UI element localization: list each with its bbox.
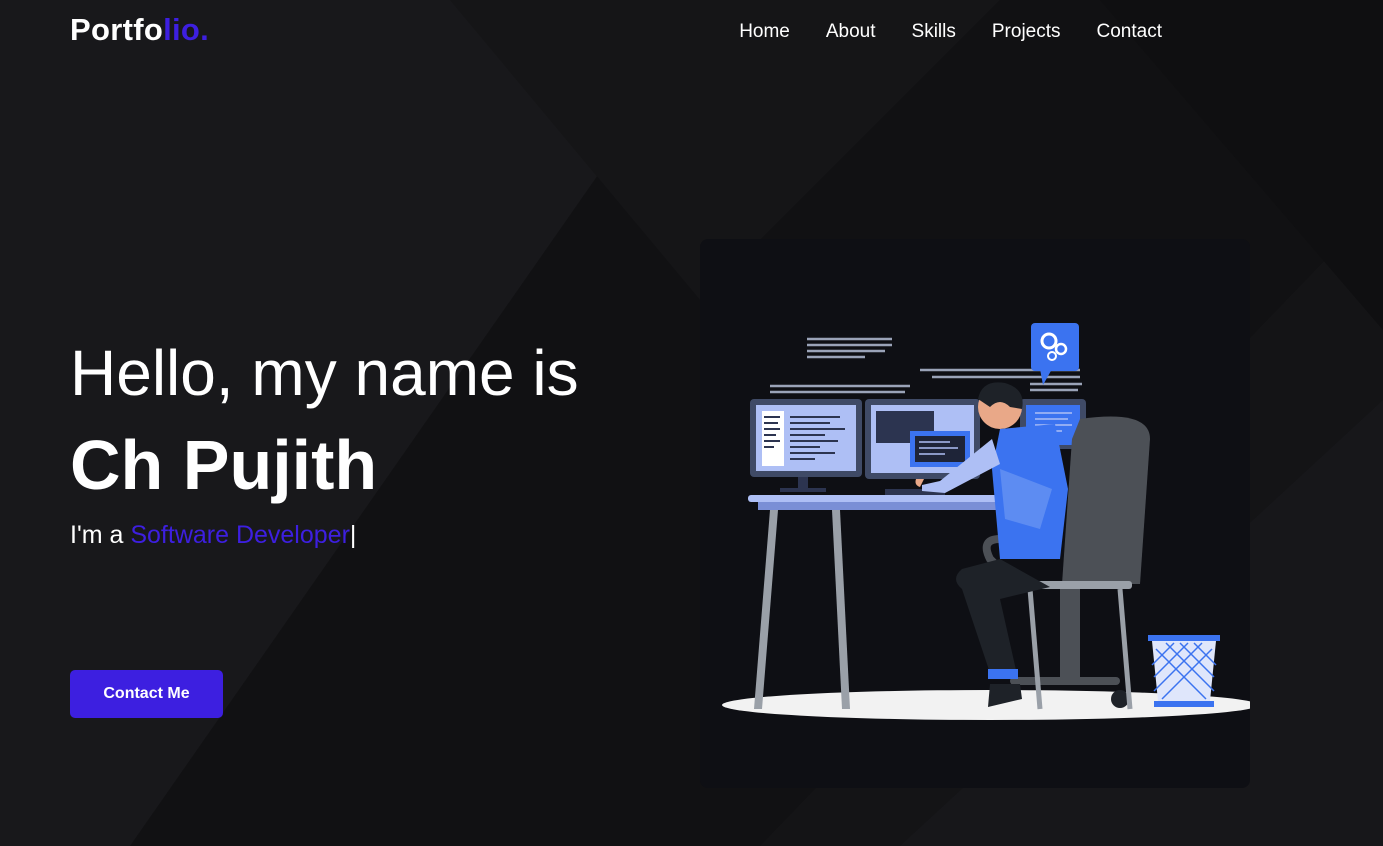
nav-link-skills[interactable]: Skills: [912, 21, 956, 43]
trash-bin-icon: [1148, 635, 1220, 707]
nav-link-projects[interactable]: Projects: [992, 21, 1061, 43]
nav-link-contact[interactable]: Contact: [1097, 21, 1162, 43]
developer-at-desk-image: [722, 323, 1250, 720]
typing-cursor: |: [349, 521, 357, 549]
logo-accent-text: lio.: [163, 12, 210, 47]
role-prefix: I'm a: [70, 521, 131, 549]
logo[interactable]: Portfolio.: [70, 12, 209, 48]
nav-link-home[interactable]: Home: [739, 21, 790, 43]
developer-illustration: [700, 239, 1250, 788]
nav-link-about[interactable]: About: [826, 21, 876, 43]
logo-main-text: Portfo: [70, 12, 164, 47]
hero-name: Ch Pujith: [70, 426, 378, 504]
contact-me-button[interactable]: Contact Me: [70, 670, 223, 718]
main-nav: Home About Skills Projects Contact: [739, 21, 1162, 43]
hero-section: Hello, my name is Ch Pujith I'm a Softwa…: [70, 333, 630, 550]
site-header: Portfolio. Home About Skills Projects Co…: [0, 0, 1383, 68]
gear-bubble-icon: [1031, 323, 1079, 385]
hero-role: I'm a Software Developer|: [70, 521, 630, 550]
role-typed-text: Software Developer: [130, 521, 350, 549]
hero-greeting: Hello, my name is: [70, 337, 579, 409]
monitor-left: [750, 399, 862, 492]
